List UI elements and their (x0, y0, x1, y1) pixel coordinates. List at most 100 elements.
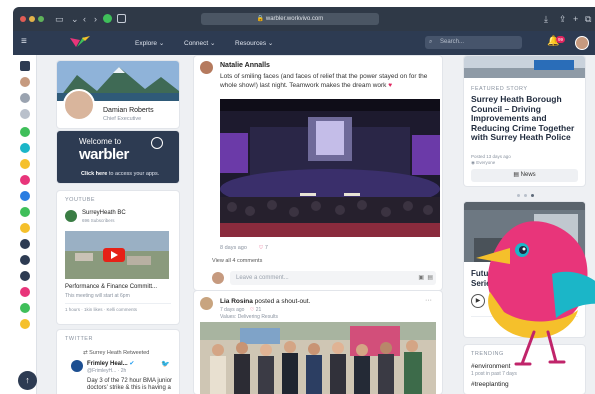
post-author[interactable]: Lia Rosina posted a shout-out. (220, 298, 310, 305)
spaces-rail (13, 55, 37, 394)
profile-role: Chief Executive (103, 116, 142, 122)
gif-icon[interactable]: ▤ (427, 271, 433, 285)
tweet-avatar[interactable] (71, 360, 83, 372)
warbler-logo-icon[interactable] (69, 35, 91, 50)
post-author[interactable]: Natalie Annalls (220, 62, 270, 69)
sidebar-toggle-icon[interactable]: ▭ (55, 13, 64, 25)
featured-story-label: FEATURED STORY (471, 86, 528, 92)
youtube-heading: YOUTUBE (65, 197, 96, 203)
post-photo[interactable] (220, 99, 440, 237)
divider (65, 303, 171, 304)
carousel-dots[interactable] (517, 192, 534, 199)
view-comments-link[interactable]: View all 4 comments (212, 258, 262, 264)
author-avatar[interactable] (200, 297, 213, 310)
heart-icon: ♥ (388, 81, 393, 89)
featured-story-image[interactable] (464, 56, 585, 78)
image-icon[interactable]: ▣ (418, 271, 424, 285)
space-icon[interactable] (20, 127, 30, 137)
post-text: Lots of smiling faces (and faces of reli… (220, 73, 428, 89)
video-meta: 1 hours · 1kin likes · Kelli comments (65, 307, 138, 312)
channel-subscribers: 696 Subscribers (82, 218, 115, 223)
download-icon[interactable]: ⤓ (544, 13, 548, 25)
new-tab-icon[interactable]: + (573, 13, 578, 25)
comment-input[interactable]: Leave a comment... ▣ ▤ (230, 271, 436, 285)
chevron-down-icon[interactable]: ⌄ (71, 13, 79, 25)
profile-avatar[interactable] (63, 89, 95, 121)
tweet-text: Day 3 of the 72 hour BMA junior doctors'… (87, 378, 173, 391)
twitter-bird-icon: 🐦 (161, 361, 170, 368)
post-meta: 7 days ago ♡ 21 (220, 307, 262, 313)
space-icon[interactable] (20, 271, 30, 281)
welcome-banner[interactable]: Welcome to warbler Click here to access … (57, 131, 179, 183)
space-icon[interactable] (20, 207, 30, 217)
video-thumbnail[interactable] (65, 231, 169, 279)
forward-icon[interactable]: › (94, 13, 97, 25)
retweet-label: ⇄ Surrey Heath Retweeted (83, 350, 150, 356)
post-photo[interactable] (200, 322, 436, 394)
share-icon[interactable]: ⇪ (559, 13, 567, 25)
like-icon[interactable]: ♡ (258, 245, 263, 251)
channel-avatar[interactable] (65, 210, 77, 222)
featured-story-title[interactable]: Surrey Heath Borough Council – Driving I… (471, 94, 581, 143)
space-icon[interactable] (20, 303, 30, 313)
video-title[interactable]: Performance & Finance Committ... (65, 284, 157, 290)
space-icon[interactable] (20, 223, 30, 233)
tab-overview-icon[interactable] (117, 14, 126, 23)
youtube-widget: YOUTUBE SurreyHeath BC 696 Subscribers P… (57, 191, 179, 324)
user-circle-icon (151, 137, 163, 149)
space-icon[interactable] (20, 175, 30, 185)
warbler-bird-icon (476, 221, 595, 366)
warbler-wordmark: warbler (79, 146, 129, 163)
browser-toolbar: ▭ ⌄ ‹ › 🔒 warbler.workvivo.com ⤓ ⇪ + ⧉ (13, 7, 595, 31)
nav-resources[interactable]: Resources ⌄ (235, 39, 273, 47)
tweet-handle: @FrimleyH... · 2h (87, 368, 127, 374)
space-icon[interactable] (20, 319, 30, 329)
minimize-window-button[interactable] (29, 16, 35, 22)
twitter-widget: TWITTER ⇄ Surrey Heath Retweeted Frimley… (57, 330, 179, 394)
compass-icon[interactable] (20, 93, 30, 103)
featured-story-audience: ◉ Everyone (471, 160, 496, 165)
space-icon[interactable] (20, 191, 30, 201)
rail-avatar-icon[interactable] (20, 77, 30, 87)
user-avatar[interactable] (575, 36, 589, 50)
post-value-tag: Values: Delivering Results (220, 314, 278, 320)
home-icon[interactable] (20, 61, 30, 71)
welcome-text: Welcome to (79, 137, 122, 146)
more-options-icon[interactable]: ··· (425, 297, 432, 304)
feed-post: Natalie Annalls Lots of smiling faces (a… (194, 56, 442, 290)
back-icon[interactable]: ‹ (83, 13, 86, 25)
author-avatar[interactable] (200, 61, 213, 74)
featured-story-card[interactable]: FEATURED STORY Surrey Heath Borough Coun… (464, 56, 585, 186)
nav-explore[interactable]: Explore ⌄ (135, 39, 164, 47)
scroll-to-top-button[interactable]: ↑ (18, 371, 37, 390)
nav-connect[interactable]: Connect ⌄ (184, 39, 215, 47)
space-icon[interactable] (20, 255, 30, 265)
tweet-account[interactable]: Frimley Heal... ✔ (87, 360, 134, 367)
zoom-window-button[interactable] (38, 16, 44, 22)
video-note: This meeting will start at 6pm (65, 293, 130, 299)
tabs-icon[interactable]: ⧉ (585, 13, 591, 25)
extension-icon[interactable] (103, 14, 112, 23)
space-icon[interactable] (20, 287, 30, 297)
search-input[interactable]: ⌕ Search... (425, 36, 522, 49)
space-icon[interactable] (20, 159, 30, 169)
news-icon: ▤ (513, 172, 521, 178)
feed-post: Lia Rosina posted a shout-out. ··· 7 day… (194, 291, 442, 394)
channel-name[interactable]: SurreyHeath BC (82, 210, 126, 216)
profile-card[interactable]: Damian Roberts Chief Executive (57, 61, 179, 128)
trending-tag[interactable]: #treeplanting (471, 381, 509, 388)
welcome-cta[interactable]: Click here to access your apps. (81, 171, 159, 177)
news-button[interactable]: ▤ News (471, 169, 578, 182)
close-window-button[interactable] (20, 16, 26, 22)
verified-icon: ✔ (129, 361, 135, 367)
post-meta: 8 days ago ♡ 7 (220, 245, 268, 251)
search-icon: ⌕ (429, 39, 433, 45)
space-icon[interactable] (20, 143, 30, 153)
hamburger-menu-icon[interactable]: ≡ (21, 37, 27, 47)
profile-name[interactable]: Damian Roberts (103, 107, 154, 114)
address-bar[interactable]: 🔒 warbler.workvivo.com (201, 13, 379, 25)
app-header: ≡ Explore ⌄ Connect ⌄ Resources ⌄ ⌕ Sear… (13, 31, 595, 55)
featured-story-date: Posted 13 days ago (471, 154, 511, 159)
layers-icon[interactable] (20, 109, 30, 119)
space-icon[interactable] (20, 239, 30, 249)
